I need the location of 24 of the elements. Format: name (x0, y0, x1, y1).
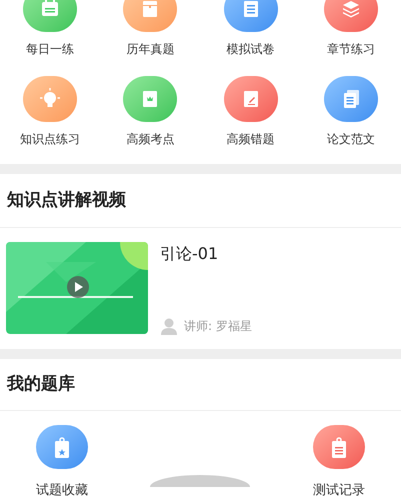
bank-label[interactable]: 测试记录 (313, 481, 365, 500)
clipboard-list-icon[interactable] (313, 425, 365, 469)
play-icon[interactable] (67, 276, 89, 298)
bank-label[interactable]: 试题收藏 (36, 481, 88, 500)
pencil-book-icon[interactable] (224, 76, 278, 122)
section-title: 我的题库 (0, 359, 401, 411)
teacher-name: 讲师: 罗福星 (184, 318, 252, 335)
shortcut-label[interactable]: 论文范文 (326, 130, 375, 148)
video-title[interactable]: 引论-01 (160, 242, 252, 266)
document-icon[interactable] (324, 76, 378, 122)
shortcut-label[interactable]: 高频考点 (126, 130, 174, 148)
layers-icon[interactable] (324, 0, 378, 32)
shortcut-label[interactable]: 知识点练习 (20, 130, 80, 148)
crown-book-icon[interactable] (123, 76, 178, 122)
section-title: 知识点讲解视频 (0, 174, 401, 228)
person-icon (160, 317, 178, 335)
box-icon[interactable] (123, 0, 178, 32)
shortcut-label[interactable]: 每日一练 (26, 40, 74, 58)
lightbulb-icon[interactable] (23, 76, 78, 122)
shortcut-label[interactable]: 模拟试卷 (226, 40, 275, 58)
shortcut-label[interactable]: 历年真题 (126, 40, 174, 58)
shortcut-label[interactable]: 章节练习 (326, 40, 375, 58)
shortcut-label[interactable]: 高频错题 (226, 130, 275, 148)
scroll-icon[interactable] (224, 0, 278, 32)
